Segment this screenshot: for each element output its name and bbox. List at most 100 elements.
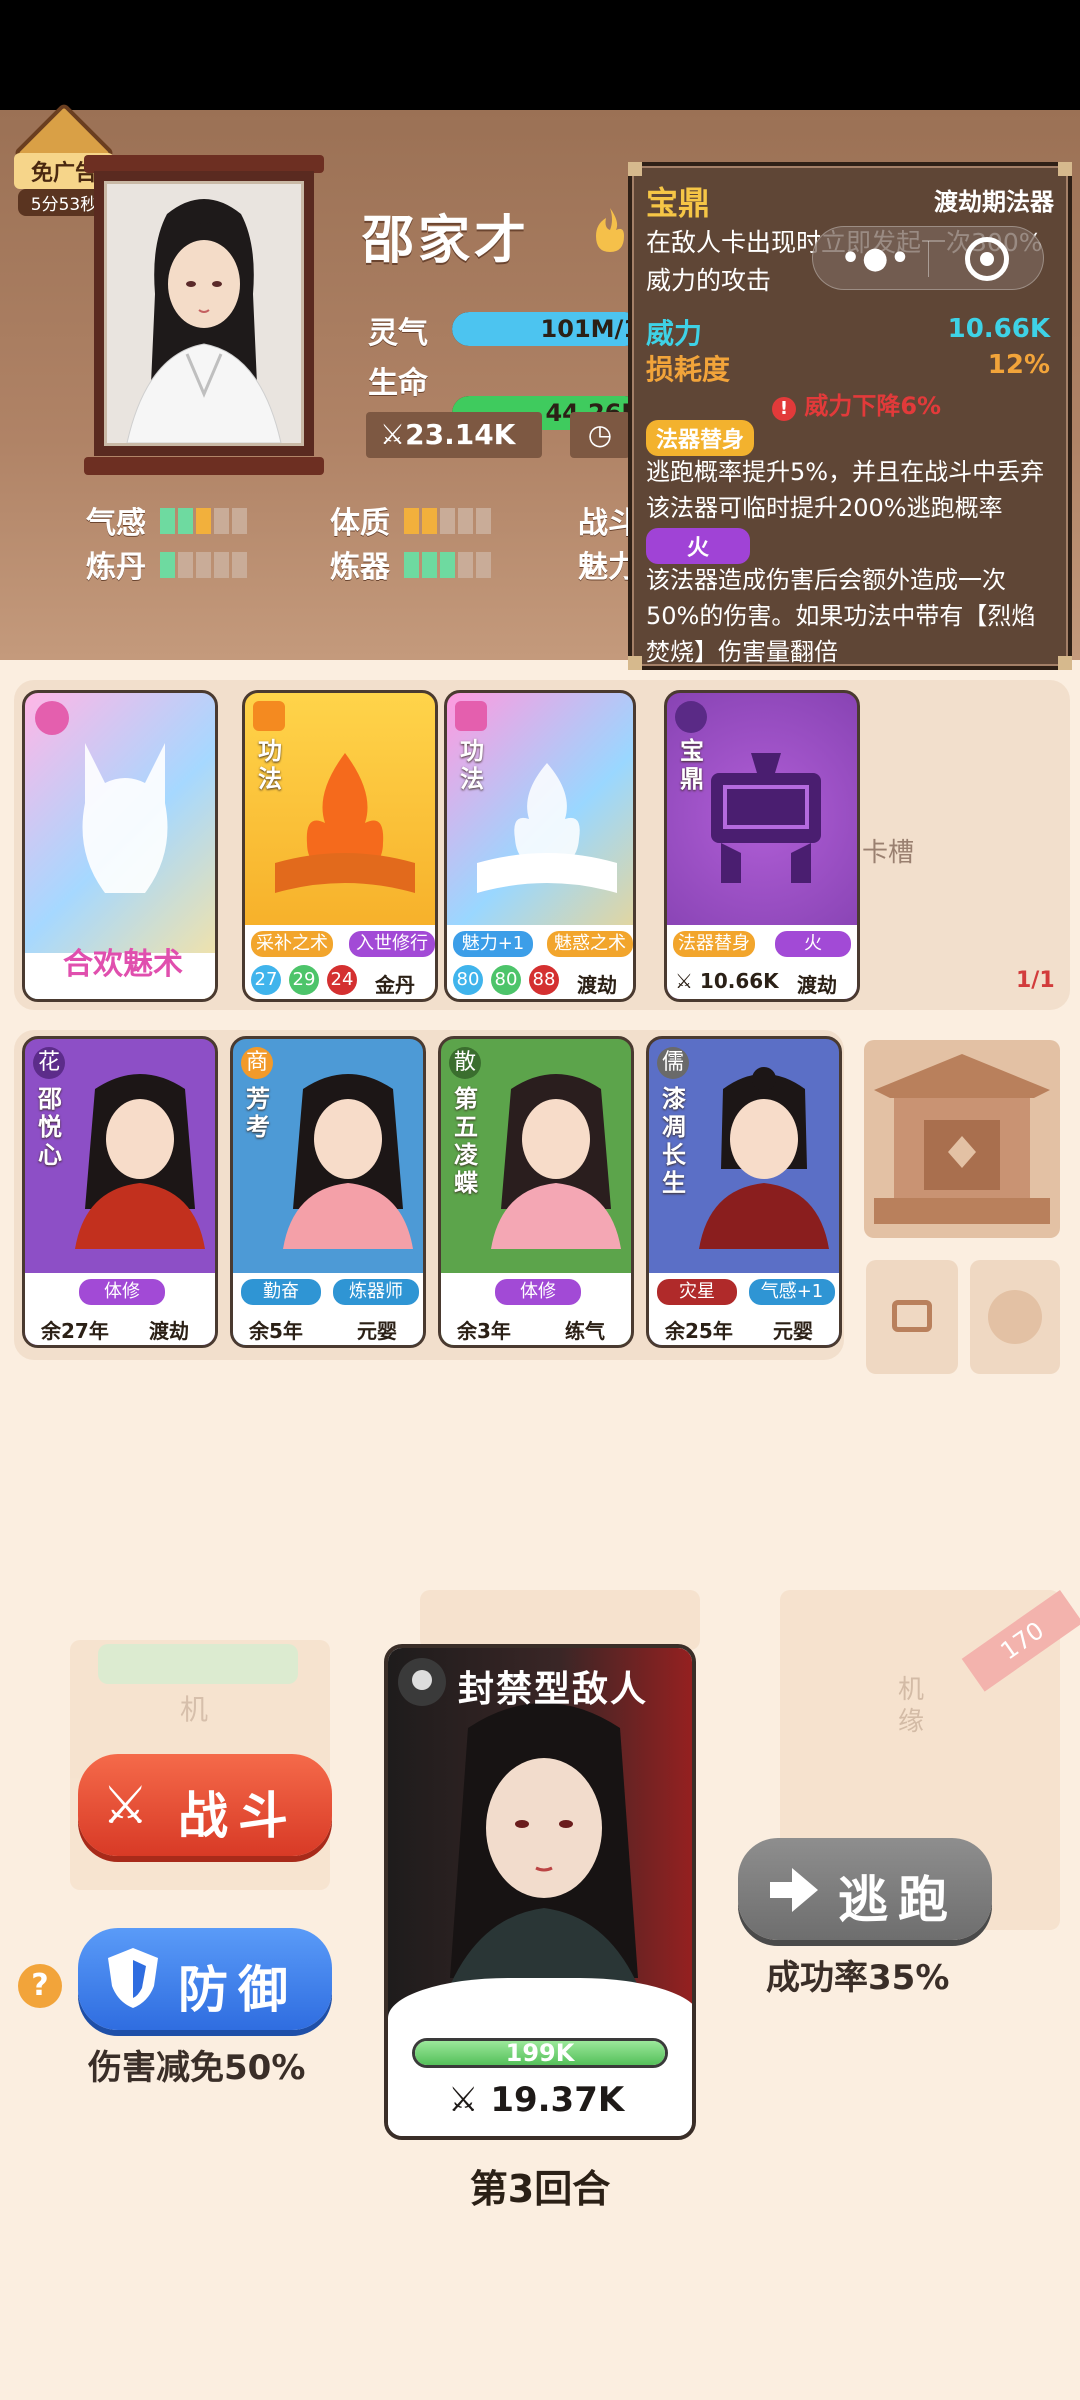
companion-realm: 渡劫 [149,1319,189,1343]
enemy-card[interactable]: 封禁型敌人 199K ⚔ 19.37K [384,1644,696,2140]
attr-qigan: 气感 [86,498,250,542]
fox-silhouette-icon [82,743,168,893]
enemy-hp-value: 199K [505,2039,575,2067]
lingqi-bar: 101M/1 [452,312,642,346]
companion-years: 余27年 [41,1319,109,1343]
companion-tag: 灾星 [657,1279,737,1305]
skull-icon [398,1658,446,1706]
card-realm: 渡劫 [577,973,617,997]
attr-lianqi-pips [404,551,494,586]
card-tag: 法器替身 [673,931,755,957]
companion-tag: 气感+1 [749,1279,835,1305]
skill-card-hehuan[interactable]: 合欢魅术 [22,690,218,1002]
companion-portrait [75,1074,205,1249]
tooltip-trait1-tag: 法器替身 [646,420,755,456]
companion-portrait [699,1067,829,1249]
status-bar [0,0,1080,110]
tooltip-cost-label: 损耗度 [646,353,731,386]
tooltip-power-label: 威力 [646,317,703,350]
flee-button[interactable]: 逃跑 [738,1838,992,1940]
more-icon[interactable]: •●• [841,241,912,276]
attr-zhandou: 战斗 [578,506,628,541]
companion-card-2[interactable]: 商 芳考 勤奋 炼器师 余5年 元婴 [230,1036,426,1348]
defend-button[interactable]: 防御 [78,1928,332,2030]
scroll-icon [253,701,285,731]
warning-icon: ! [772,397,796,421]
player-avatar [104,181,304,446]
scroll-rod-bottom [84,457,324,475]
card-stat-blue: 27 [251,965,281,995]
companion-years: 余5年 [249,1319,303,1343]
companion-tag: 勤奋 [241,1279,321,1305]
slot-hint: 卡槽 [862,838,915,868]
card-stat-green: 29 [289,965,319,995]
flame-icon [590,206,630,254]
help-icon[interactable]: ? [18,1964,62,2008]
card-stat-red: 88 [529,965,559,995]
bag-button[interactable] [866,1260,958,1374]
companion-years: 余3年 [457,1319,511,1343]
card-tag: 魅惑之术 [547,931,633,957]
companion-name: 芳考 [246,1085,270,1141]
companion-name: 邵悦心 [38,1085,62,1169]
companion-badge: 商 [241,1047,273,1079]
shrine-icon [874,1054,1050,1224]
flee-note: 成功率35% [766,1958,950,1998]
close-miniprogram-icon[interactable] [965,237,1009,281]
attr-lianqi: 炼器 [330,542,494,586]
defend-label: 防御 [178,1961,298,2019]
enemy-type: 封禁型敌人 [458,1669,649,1710]
scroll-button[interactable] [970,1260,1060,1374]
card-tag: 火 [775,931,851,957]
defend-note: 伤害减免50% [88,2048,306,2088]
card-tag: 入世修行 [349,931,435,957]
player-combat-power: ⚔23.14K [366,412,542,458]
attr-tizhi: 体质 [330,498,494,542]
scroll-icon [455,701,487,731]
companion-realm: 元婴 [357,1319,397,1343]
lingqi-value: 101M/1 [540,315,640,343]
companion-tag: 体修 [79,1279,165,1305]
treasure-card-baoding[interactable]: 宝鼎 法器替身 火 ⚔ 10.66K 渡劫 [664,690,860,1002]
companion-years: 余25年 [665,1319,733,1343]
fight-button[interactable]: ⚔ 战斗 [78,1754,332,1856]
companion-tag: 体修 [495,1279,581,1305]
round-counter: 第3回合 [469,2167,611,2211]
attr-tizhi-pips [404,507,494,542]
charm-book-icon [477,763,617,893]
companion-badge: 花 [33,1047,65,1079]
tooltip-trait1-desc: 逃跑概率提升5%，并且在战斗中丢弃该法器可临时提升200%逃跑概率 [646,458,1045,522]
tooltip-trait2-tag: 火 [646,528,750,564]
companion-name: 漆凋长生 [662,1085,686,1197]
card-stat-red: 24 [327,965,357,995]
tooltip-item-rank: 渡劫期法器 [934,188,1054,216]
card-tag: 魅力+1 [453,931,533,957]
slot-count: 1/1 [1016,968,1055,993]
companion-card-3[interactable]: 散 第五凌蝶 体修 余3年 练气 [438,1036,634,1348]
swords-icon: ⚔ [675,969,693,993]
player-portrait[interactable] [84,155,324,475]
fight-label: 战斗 [178,1787,298,1845]
cauldron-icon [711,753,821,883]
skill-card-title: 合欢魅术 [63,947,183,982]
enemy-hp-bar: 199K [412,2038,668,2068]
tooltip-warning: ! 威力下降6% [772,386,941,421]
attr-liandan-pips [160,551,250,586]
shrine-button[interactable] [864,1040,1060,1238]
skill-card-gongfa-fire[interactable]: 功法 采补之术 入世修行 27 29 24 金丹 [242,690,438,1002]
arrow-right-icon [766,1864,820,1916]
shield-icon [104,1946,162,2010]
companion-badge: 散 [449,1047,481,1079]
companion-tag: 炼器师 [333,1279,419,1305]
companion-card-1[interactable]: 花 邵悦心 体修 余27年 渡劫 [22,1036,218,1348]
scroll-icon [988,1290,1042,1344]
swords-icon: ⚔ [380,418,406,451]
life-label: 生命 [368,366,428,401]
skill-card-gongfa-charm[interactable]: 功法 魅力+1 魅惑之术 80 80 88 渡劫 [444,690,636,1002]
companion-name: 第五凌蝶 [454,1085,478,1197]
card-tag: 采补之术 [251,931,333,957]
companion-card-4[interactable]: 儒 漆凋长生 灾星 气感+1 余25年 元婴 [646,1036,842,1348]
portrait-frame [94,171,314,456]
card-realm: 渡劫 [797,973,837,997]
card-power: ⚔ 10.66K [675,969,779,993]
